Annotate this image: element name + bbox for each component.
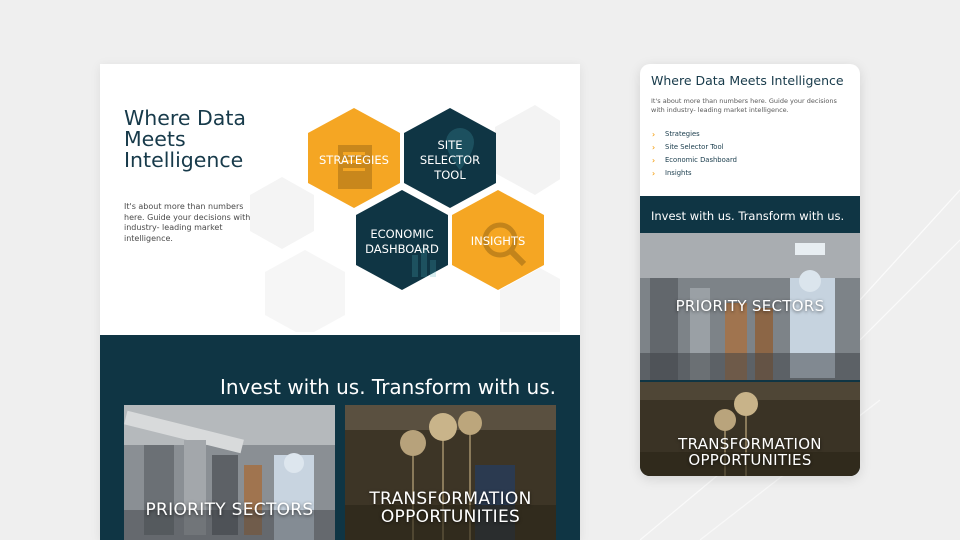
mobile-mockup: Where Data Meets Intelligence It's about… <box>640 64 860 476</box>
hex-economic-line1: ECONOMIC <box>370 227 433 241</box>
hex-site-line2: SELECTOR <box>420 153 480 167</box>
mobile-title: Where Data Meets Intelligence <box>651 73 844 88</box>
mobile-invest-tagline: Invest with us. Transform with us. <box>651 209 845 223</box>
bg-hex <box>250 177 314 249</box>
chevron-right-icon: › <box>652 143 656 152</box>
mobile-nav-strategies[interactable]: › Strategies <box>652 128 737 141</box>
tile-transformation-line1: TRANSFORMATION <box>369 489 532 509</box>
mobile-invest-section: Invest with us. Transform with us. PRIOR… <box>640 196 860 476</box>
mobile-description: It's about more than numbers here. Guide… <box>651 97 837 114</box>
mobile-nav-economic-dashboard[interactable]: › Economic Dashboard <box>652 154 737 167</box>
hex-site-line3: TOOL <box>433 168 466 182</box>
mobile-nav-label: Insights <box>665 169 692 177</box>
hex-economic-line2: DASHBOARD <box>365 242 439 256</box>
hex-site-line1: SITE <box>438 138 463 152</box>
mobile-tile-transformation-line1: TRANSFORMATION <box>678 435 822 453</box>
hex-menu: STRATEGIES SITE SELECTOR TOOL ECONOMIC D… <box>250 105 560 332</box>
tile-transformation[interactable]: TRANSFORMATION OPPORTUNITIES <box>345 405 556 540</box>
tile-priority-sectors[interactable]: PRIORITY SECTORS <box>124 405 335 540</box>
chevron-right-icon: › <box>652 169 656 178</box>
hex-site-selector[interactable]: SITE SELECTOR TOOL <box>404 108 496 208</box>
tile-priority-label: PRIORITY SECTORS <box>145 500 314 520</box>
chevron-right-icon: › <box>652 156 656 165</box>
invest-section: Invest with us. Transform with us. PRIOR… <box>100 335 580 540</box>
hex-strategies-label: STRATEGIES <box>319 153 389 167</box>
mobile-tile-priority-sectors[interactable]: PRIORITY SECTORS <box>640 233 860 380</box>
mobile-nav-label: Economic Dashboard <box>665 156 737 164</box>
mobile-nav-site-selector[interactable]: › Site Selector Tool <box>652 141 737 154</box>
tile-transformation-label: TRANSFORMATION OPPORTUNITIES <box>345 490 556 526</box>
document-icon <box>338 145 372 189</box>
bg-hex <box>265 250 345 332</box>
tile-transformation-line2: OPPORTUNITIES <box>380 507 521 527</box>
bg-hex <box>495 105 560 195</box>
mobile-tile-priority-label: PRIORITY SECTORS <box>675 297 825 315</box>
mobile-tile-transformation-line2: OPPORTUNITIES <box>688 451 812 469</box>
desktop-mockup: Where Data Meets Intelligence It's about… <box>100 64 580 540</box>
hero-description: It's about more than numbers here. Guide… <box>124 202 251 243</box>
mobile-nav-insights[interactable]: › Insights <box>652 167 737 180</box>
hex-insights-label: INSIGHTS <box>471 234 526 248</box>
mobile-tile-transformation-label: TRANSFORMATION OPPORTUNITIES <box>640 436 860 468</box>
hex-strategies[interactable]: STRATEGIES <box>308 108 400 208</box>
mobile-tile-transformation[interactable]: TRANSFORMATION OPPORTUNITIES <box>640 382 860 476</box>
mobile-nav: › Strategies › Site Selector Tool › Econ… <box>652 128 737 180</box>
invest-tagline: Invest with us. Transform with us. <box>219 375 556 399</box>
hex-economic-dashboard[interactable]: ECONOMIC DASHBOARD <box>356 190 448 290</box>
hero-section: Where Data Meets Intelligence It's about… <box>100 64 580 335</box>
hero-title: Where Data Meets Intelligence <box>124 106 246 172</box>
mobile-nav-label: Strategies <box>665 130 700 138</box>
mobile-nav-label: Site Selector Tool <box>665 143 724 151</box>
chevron-right-icon: › <box>652 130 656 139</box>
